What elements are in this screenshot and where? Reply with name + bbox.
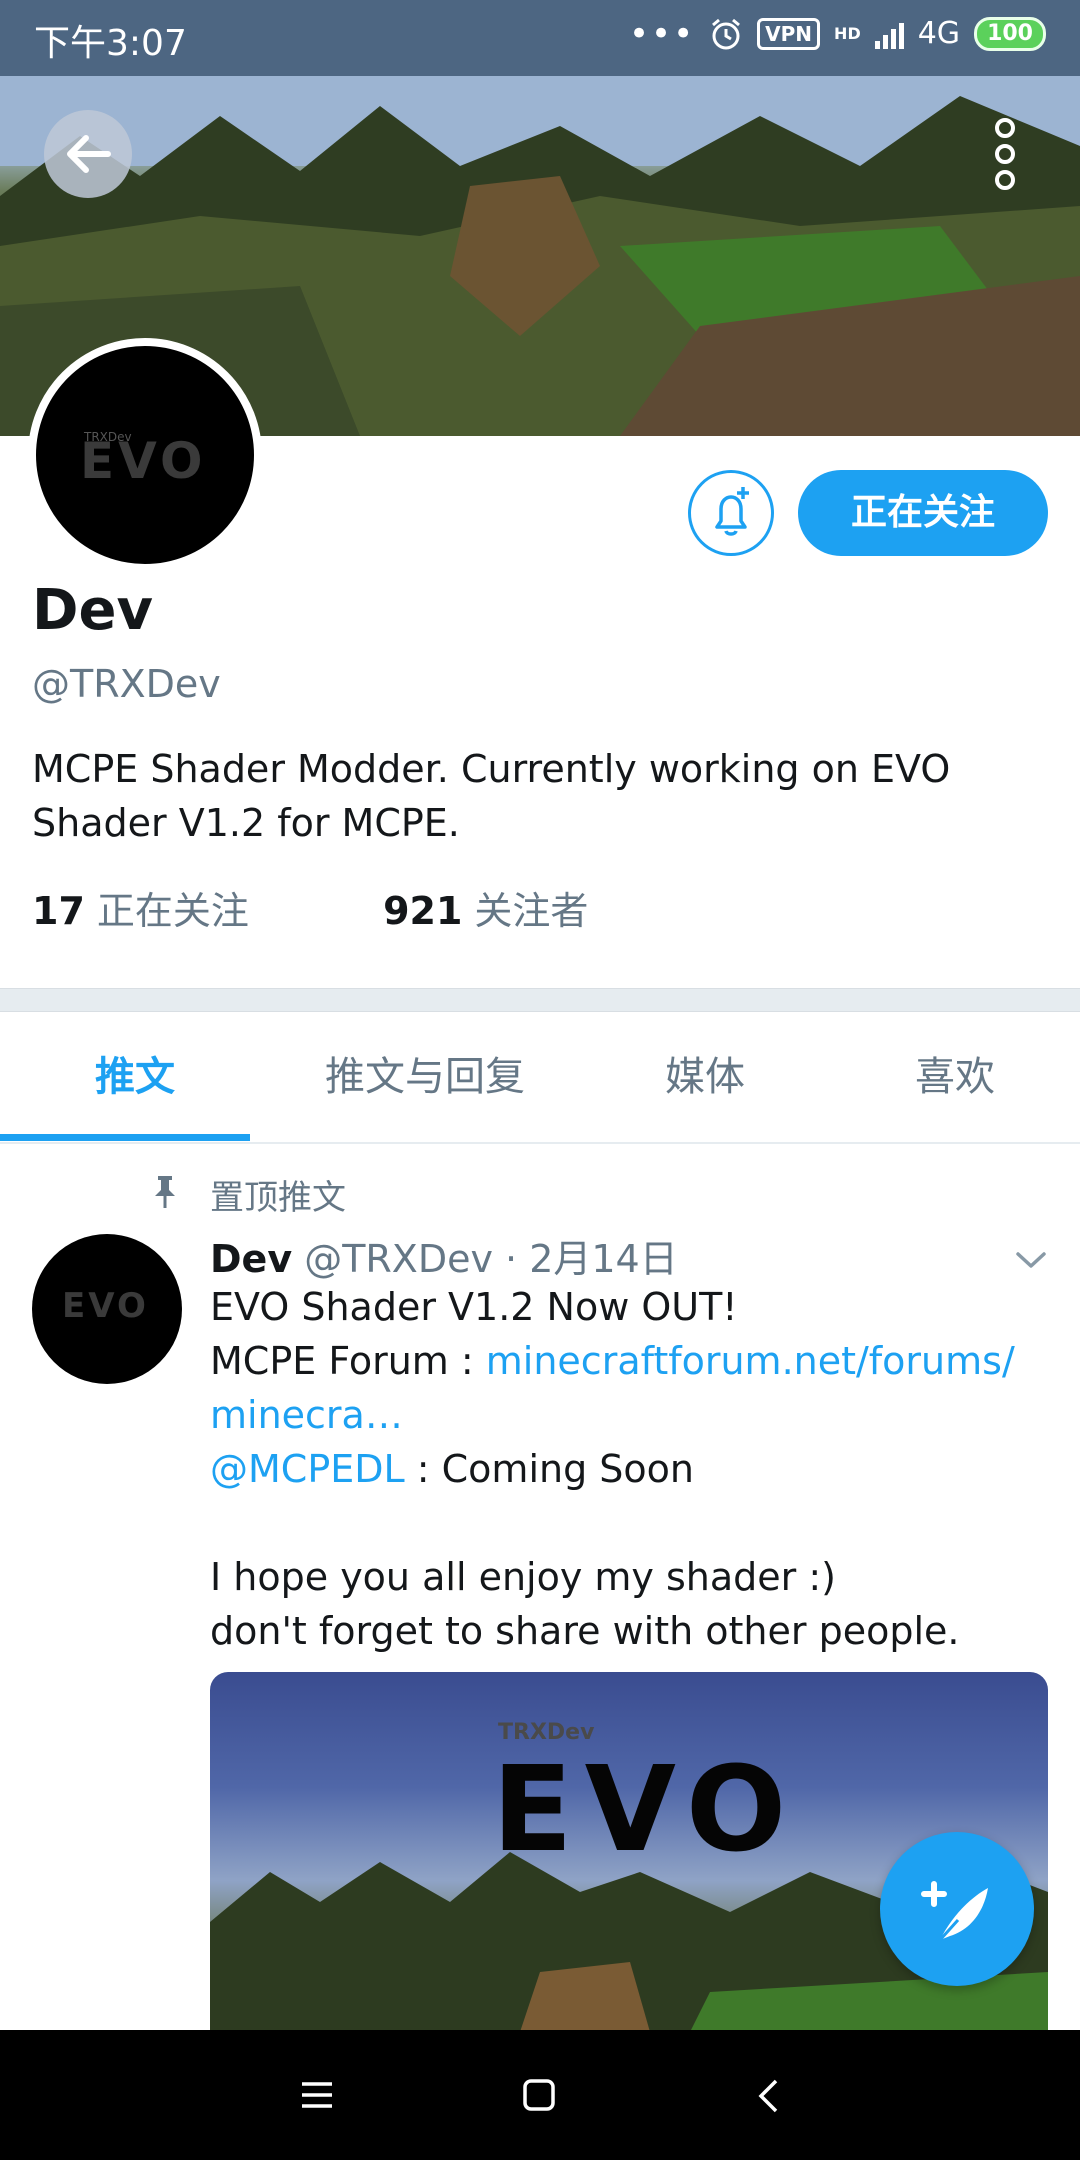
home-icon[interactable] xyxy=(522,2078,556,2112)
signal-icon xyxy=(874,19,904,49)
tweet-author-name[interactable]: Dev xyxy=(210,1237,292,1281)
followers-count: 921 xyxy=(383,889,463,933)
pinned-label: 置顶推文 xyxy=(210,1178,346,1218)
pin-icon xyxy=(155,1176,175,1208)
vpn-icon: VPN xyxy=(757,17,821,50)
profile-bio: MCPE Shader Modder. Currently working on… xyxy=(32,742,1032,850)
bio-line-1: MCPE Shader Modder. Currently working on… xyxy=(32,747,951,791)
tab-tweets[interactable]: 推文 xyxy=(0,1012,270,1142)
followers-stat[interactable]: 921 关注者 xyxy=(383,889,588,933)
tweet-line-1: EVO Shader V1.2 Now OUT! xyxy=(210,1285,738,1329)
battery-icon: 100 xyxy=(974,16,1046,51)
system-nav-bar xyxy=(0,2030,1080,2160)
mention-link[interactable]: @MCPEDL xyxy=(210,1447,405,1491)
tweet-text: EVO Shader V1.2 Now OUT! MCPE Forum : mi… xyxy=(210,1280,1050,1658)
notifications-bell-button[interactable] xyxy=(688,470,774,556)
compose-tweet-button[interactable] xyxy=(880,1832,1034,1986)
arrow-left-icon xyxy=(67,135,111,173)
status-time: 下午3:07 xyxy=(34,23,187,64)
tweet-line-4: @MCPEDL : Coming Soon xyxy=(210,1442,1050,1496)
profile-name: Dev xyxy=(32,578,153,643)
tweet-line-6: don't forget to share with other people. xyxy=(210,1609,960,1653)
network-type: 4G xyxy=(917,16,961,51)
tweet-line-5: I hope you all enjoy my shader :) xyxy=(210,1555,836,1599)
profile-avatar[interactable]: TRXDev EVO xyxy=(28,338,262,572)
hd-icon: HD xyxy=(834,23,861,43)
bell-plus-icon xyxy=(715,487,749,536)
section-divider xyxy=(0,988,1080,1012)
status-icons: ••• VPN HD 4G 100 xyxy=(629,16,1046,51)
tweet-header: Dev @TRXDev · 2月14日 xyxy=(210,1228,678,1283)
more-options-icon[interactable] xyxy=(990,118,1020,190)
tab-tweets-replies[interactable]: 推文与回复 xyxy=(270,1012,580,1142)
tweet-author-meta: @TRXDev · 2月14日 xyxy=(304,1237,678,1281)
forum-link-continued[interactable]: minecra… xyxy=(210,1388,1050,1442)
profile-stats: 17 正在关注 921 关注者 xyxy=(32,880,588,935)
forum-label: MCPE Forum : xyxy=(210,1339,486,1383)
status-bar: 下午3:07 ••• VPN HD 4G 100 xyxy=(0,0,1080,76)
mention-suffix: : Coming Soon xyxy=(404,1447,694,1491)
following-button[interactable]: 正在关注 xyxy=(798,470,1048,556)
following-label: 正在关注 xyxy=(96,889,249,933)
tab-media[interactable]: 媒体 xyxy=(580,1012,830,1142)
small-avatar-logo: EVO xyxy=(62,1286,149,1326)
back-nav-icon[interactable] xyxy=(756,2078,780,2114)
followers-label: 关注者 xyxy=(474,889,589,933)
bio-line-2: Shader V1.2 for MCPE. xyxy=(32,801,460,845)
alarm-icon xyxy=(712,18,741,49)
active-tab-indicator xyxy=(0,1134,250,1141)
more-notifications-icon: ••• xyxy=(629,13,696,54)
menu-icon[interactable] xyxy=(300,2080,334,2110)
tweet-line-2: MCPE Forum : minecraftforum.net/forums/ xyxy=(210,1334,1050,1388)
chevron-down-icon[interactable] xyxy=(1014,1242,1048,1276)
following-stat[interactable]: 17 正在关注 xyxy=(32,889,249,933)
feather-plus-icon xyxy=(921,1881,988,1942)
media-logo-text: EVO xyxy=(492,1740,799,1878)
avatar-logo-text: EVO xyxy=(80,432,207,490)
profile-tabs: 推文 推文与回复 媒体 喜欢 xyxy=(0,1012,1080,1144)
following-count: 17 xyxy=(32,889,85,933)
tab-likes[interactable]: 喜欢 xyxy=(830,1012,1080,1142)
tweet-author-avatar[interactable]: EVO xyxy=(32,1234,182,1384)
back-button[interactable] xyxy=(44,110,132,198)
profile-handle: @TRXDev xyxy=(32,662,221,706)
forum-link[interactable]: minecraftforum.net/forums/ xyxy=(486,1339,1015,1383)
